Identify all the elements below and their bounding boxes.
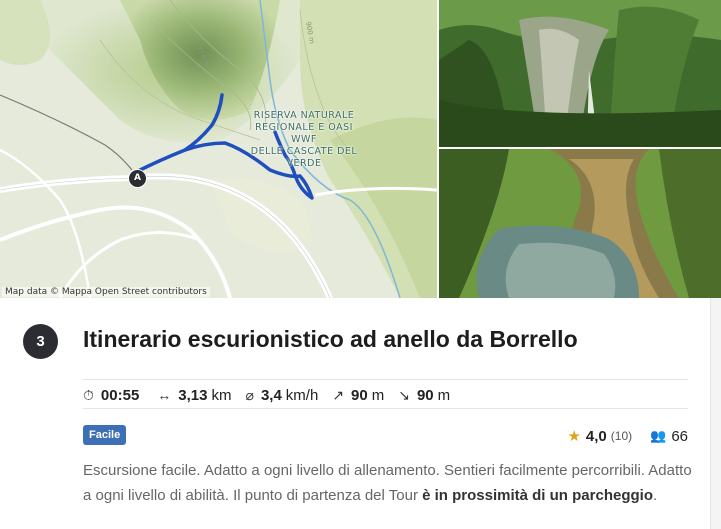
description-highlight: è in prossimità di un parcheggio bbox=[422, 486, 653, 504]
canyon-waterfall-photo[interactable] bbox=[439, 0, 721, 147]
descent-unit: m bbox=[437, 386, 451, 404]
map-canvas: 750 m900 m bbox=[0, 0, 437, 298]
participants-count: 66 bbox=[671, 427, 688, 445]
stopwatch-icon: ⏱ bbox=[83, 386, 94, 403]
speed-value: 3,4 bbox=[260, 386, 282, 404]
reserve-label-line: DELLE CASCATE DEL VERDE bbox=[250, 146, 358, 169]
ascent-value: 90 bbox=[351, 386, 368, 404]
reserve-label-line: REGIONALE E OASI WWF bbox=[255, 122, 353, 145]
rating-count: (10) bbox=[610, 429, 633, 443]
distance-unit: km bbox=[211, 386, 232, 404]
people-icon: 👥 bbox=[650, 428, 667, 443]
average-speed-icon: ⌀ bbox=[245, 386, 254, 403]
duration-value: 00:55 bbox=[100, 386, 140, 404]
description-end: . bbox=[652, 486, 658, 504]
reserve-label-line: RISERVA NATURALE bbox=[253, 110, 355, 121]
rating-score: 4,0 bbox=[585, 427, 607, 445]
tour-title[interactable]: Itinerario escurionistico ad anello da B… bbox=[83, 326, 578, 353]
start-marker[interactable]: A bbox=[128, 169, 147, 188]
star-icon: ★ bbox=[567, 428, 581, 445]
ascent-unit: m bbox=[371, 386, 385, 404]
map-credit: Map data © Mappa Open Street contributor… bbox=[2, 287, 210, 297]
reserve-label: RISERVA NATURALE REGIONALE E OASI WWF DE… bbox=[244, 110, 364, 170]
forest-stream-photo[interactable] bbox=[439, 149, 721, 298]
tour-map[interactable]: 750 m 900 m RISERVA NATURALE REGIONALE E … bbox=[0, 0, 437, 298]
speed-stat: ⌀ 3,4 km/h bbox=[246, 387, 319, 404]
tour-description: Escursione facile. Adatto a ogni livello… bbox=[83, 459, 693, 508]
distance-stat: ↔ 3,13 km bbox=[157, 387, 231, 404]
ascent-stat: ↗ 90 m bbox=[332, 387, 384, 404]
tour-number-badge: 3 bbox=[23, 324, 58, 359]
distance-value: 3,13 bbox=[178, 386, 208, 404]
rating-block: ★ 4,0 (10) 👥 66 bbox=[567, 427, 688, 446]
tour-meta-row: Facile ★ 4,0 (10) 👥 66 bbox=[83, 424, 688, 448]
distance-arrows-icon: ↔ bbox=[157, 387, 172, 403]
duration-stat: ⏱ 00:55 bbox=[83, 387, 143, 404]
descent-value: 90 bbox=[416, 386, 434, 404]
tour-media: 750 m 900 m RISERVA NATURALE REGIONALE E … bbox=[0, 0, 721, 298]
ascent-arrow-icon: ↗ bbox=[332, 386, 345, 403]
speed-unit: km/h bbox=[285, 386, 319, 404]
tour-stats: ⏱ 00:55 ↔ 3,13 km ⌀ 3,4 km/h ↗ 90 m ↘ 90… bbox=[83, 379, 688, 409]
difficulty-badge: Facile bbox=[83, 425, 127, 445]
scrollbar[interactable] bbox=[710, 298, 721, 529]
descent-arrow-icon: ↘ bbox=[398, 386, 410, 403]
descent-stat: ↘ 90 m bbox=[398, 387, 450, 404]
